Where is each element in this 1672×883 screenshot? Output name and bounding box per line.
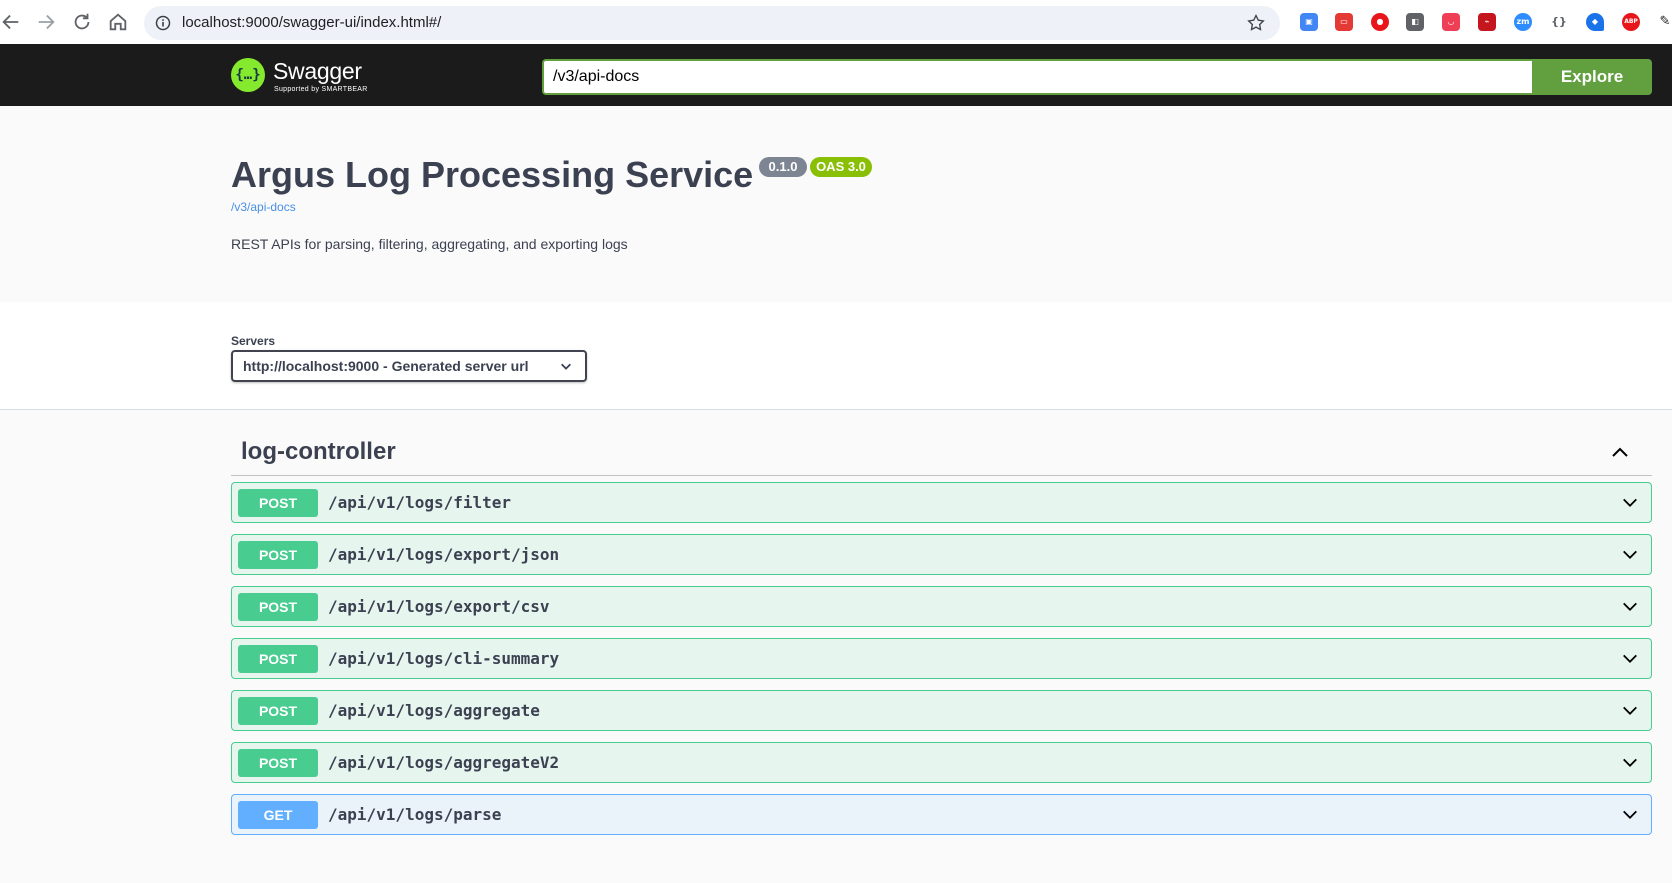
operation-post-filter[interactable]: POST /api/v1/logs/filter <box>231 482 1652 523</box>
operation-post-aggregate-v2[interactable]: POST /api/v1/logs/aggregateV2 <box>231 742 1652 783</box>
api-description: REST APIs for parsing, filtering, aggreg… <box>231 236 628 252</box>
chevron-down-icon <box>561 363 571 370</box>
oas-badge: OAS 3.0 <box>810 157 872 177</box>
operation-path: /api/v1/logs/aggregate <box>328 701 540 720</box>
screen-share-extension-icon[interactable]: ▣ <box>1300 13 1318 31</box>
server-select-value: http://localhost:9000 - Generated server… <box>243 358 529 374</box>
version-badge: 0.1.0 <box>759 157 807 177</box>
forward-icon[interactable] <box>35 11 57 33</box>
chevron-down-icon[interactable] <box>1621 650 1639 668</box>
logo-subtitle: Supported by SMARTBEAR <box>274 86 368 93</box>
pen-extension-icon[interactable]: ✎ <box>1658 13 1672 31</box>
red-square-extension-icon[interactable]: ▭ <box>1335 13 1353 31</box>
back-icon[interactable] <box>0 11 22 33</box>
chevron-up-icon[interactable] <box>1610 442 1630 462</box>
browser-toolbar: localhost:9000/swagger-ui/index.html#/ ▣… <box>0 0 1672 44</box>
adblock-extension-icon[interactable]: ABP <box>1622 13 1640 31</box>
operation-path: /api/v1/logs/export/csv <box>328 597 550 616</box>
api-title: Argus Log Processing Service <box>231 154 754 195</box>
operation-path: /api/v1/logs/filter <box>328 493 512 512</box>
puzzle-extension-icon[interactable]: ◧ <box>1406 13 1424 31</box>
home-icon[interactable] <box>107 11 129 33</box>
logo-name: Swagger <box>273 58 362 84</box>
server-select[interactable]: http://localhost:9000 - Generated server… <box>231 350 587 382</box>
chevron-down-icon[interactable] <box>1621 598 1639 616</box>
chevron-down-icon[interactable] <box>1621 546 1639 564</box>
pocket-extension-icon[interactable]: ◡ <box>1442 13 1460 31</box>
method-badge: GET <box>238 801 318 829</box>
method-badge: POST <box>238 697 318 725</box>
method-badge: POST <box>238 749 318 777</box>
operation-post-cli-summary[interactable]: POST /api/v1/logs/cli-summary <box>231 638 1652 679</box>
zoom-extension-icon[interactable]: zm <box>1514 13 1532 31</box>
method-badge: POST <box>238 593 318 621</box>
site-info-icon[interactable] <box>155 15 171 31</box>
chevron-down-icon[interactable] <box>1621 754 1639 772</box>
chevron-down-icon[interactable] <box>1621 494 1639 512</box>
swagger-topbar: {…} Swagger Supported by SMARTBEAR /v3/a… <box>0 44 1672 106</box>
explore-button[interactable]: Explore <box>1532 59 1652 95</box>
swagger-logo-icon: {…} <box>231 58 265 92</box>
operation-get-parse[interactable]: GET /api/v1/logs/parse <box>231 794 1652 835</box>
address-bar[interactable]: localhost:9000/swagger-ui/index.html#/ <box>144 6 1280 40</box>
operation-path: /api/v1/logs/parse <box>328 805 502 824</box>
method-badge: POST <box>238 489 318 517</box>
pdf-extension-icon[interactable]: ⌁ <box>1478 13 1496 31</box>
swagger-logo[interactable]: {…} Swagger Supported by SMARTBEAR <box>231 57 391 95</box>
shield-extension-icon[interactable]: ● <box>1371 13 1389 31</box>
chevron-down-icon[interactable] <box>1621 806 1639 824</box>
method-badge: POST <box>238 541 318 569</box>
operations-section: log-controller POST /api/v1/logs/filter … <box>0 410 1672 883</box>
bookmark-star-icon[interactable] <box>1246 13 1266 33</box>
tag-header[interactable]: log-controller <box>231 426 1652 476</box>
chat-extension-icon[interactable]: ◆ <box>1586 13 1604 31</box>
operation-post-export-json[interactable]: POST /api/v1/logs/export/json <box>231 534 1652 575</box>
spec-link[interactable]: /v3/api-docs <box>231 200 296 214</box>
api-info: Argus Log Processing Service 0.1.0 OAS 3… <box>0 106 1672 302</box>
servers-label: Servers <box>231 334 276 348</box>
reload-icon[interactable] <box>71 11 93 33</box>
json-extension-icon[interactable]: {} <box>1550 13 1568 31</box>
chevron-down-icon[interactable] <box>1621 702 1639 720</box>
operation-post-export-csv[interactable]: POST /api/v1/logs/export/csv <box>231 586 1652 627</box>
tag-title: log-controller <box>241 438 396 465</box>
servers-section: Servers http://localhost:9000 - Generate… <box>0 302 1672 410</box>
operation-path: /api/v1/logs/cli-summary <box>328 649 560 668</box>
operation-path: /api/v1/logs/export/json <box>328 545 560 564</box>
operation-post-aggregate[interactable]: POST /api/v1/logs/aggregate <box>231 690 1652 731</box>
method-badge: POST <box>238 645 318 673</box>
url-text[interactable]: localhost:9000/swagger-ui/index.html#/ <box>182 14 441 31</box>
operation-path: /api/v1/logs/aggregateV2 <box>328 753 560 772</box>
spec-url-input[interactable]: /v3/api-docs <box>542 59 1532 95</box>
